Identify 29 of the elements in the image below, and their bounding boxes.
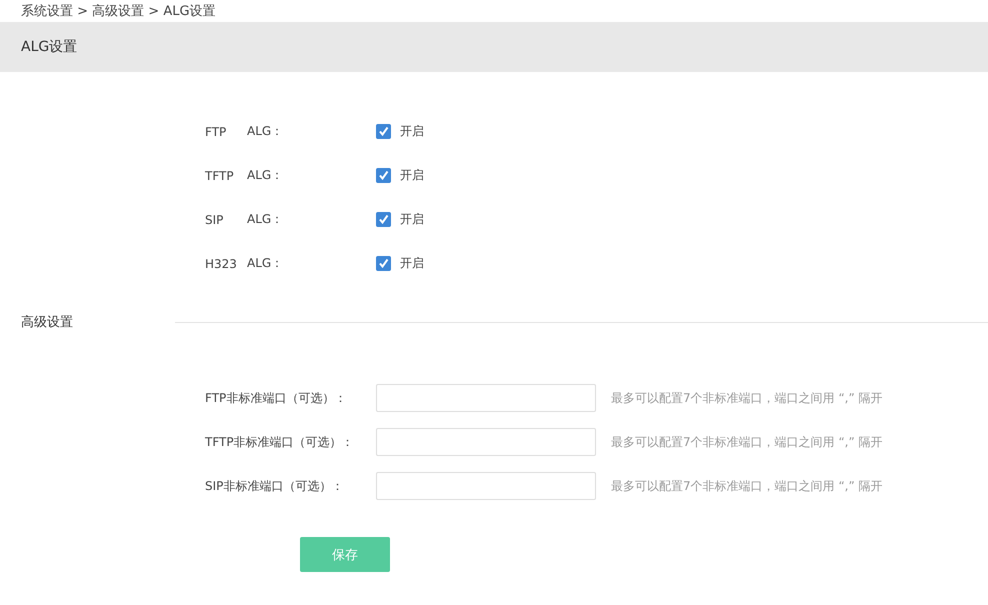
- checkbox[interactable]: [376, 168, 391, 183]
- input-field[interactable]: [376, 472, 596, 500]
- checkbox-label: 开启: [400, 211, 424, 228]
- checkbox-label: 开启: [400, 255, 424, 272]
- checkbox[interactable]: [376, 256, 391, 271]
- field-label: TFTP非标准端口（可选）：: [205, 434, 355, 450]
- page-title: ALG设置: [21, 38, 78, 56]
- breadcrumb: 系统设置 > 高级设置 > ALG设置: [20, 3, 217, 21]
- alg-label: ALG：: [247, 255, 284, 272]
- protocol-label: SIP: [205, 212, 224, 226]
- input-field[interactable]: [376, 384, 596, 412]
- alg-label: ALG：: [247, 123, 284, 140]
- protocol-label: H323: [205, 256, 238, 270]
- hint-text: 最多可以配置7个非标准端口，端口之间用 “,” 隔开: [611, 390, 883, 406]
- alg-label: ALG：: [247, 211, 284, 228]
- checkbox[interactable]: [376, 212, 391, 227]
- save-button[interactable]: 保存: [300, 537, 390, 572]
- checkbox[interactable]: [376, 124, 391, 139]
- hint-text: 最多可以配置7个非标准端口，端口之间用 “,” 隔开: [611, 478, 883, 494]
- protocol-label: FTP: [205, 124, 228, 138]
- section-title: 高级设置: [20, 314, 74, 331]
- alg-label: ALG：: [247, 167, 284, 184]
- checkbox-label: 开启: [400, 123, 424, 140]
- field-label: SIP非标准端口（可选）：: [205, 478, 344, 494]
- field-label: FTP非标准端口（可选）：: [205, 390, 348, 406]
- input-field[interactable]: [376, 428, 596, 456]
- hint-text: 最多可以配置7个非标准端口，端口之间用 “,” 隔开: [611, 434, 883, 450]
- protocol-label: TFTP: [205, 168, 235, 182]
- checkbox-label: 开启: [400, 167, 424, 184]
